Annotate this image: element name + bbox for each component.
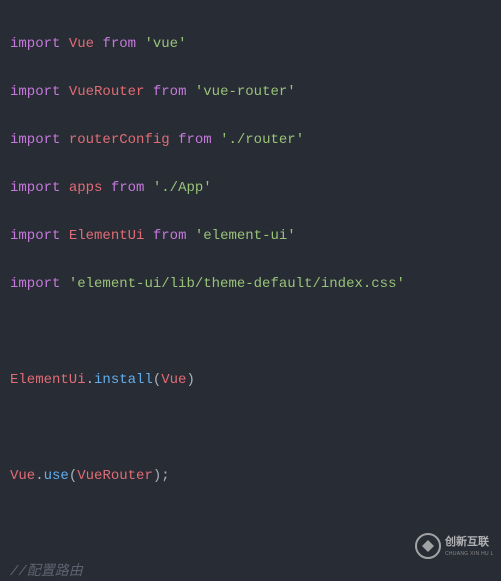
string-literal: 'vue' xyxy=(144,36,186,52)
code-line: Vue.use(VueRouter); xyxy=(10,464,491,488)
code-line: import routerConfig from './router' xyxy=(10,128,491,152)
keyword-import: import xyxy=(10,36,60,52)
keyword-import: import xyxy=(10,180,60,196)
code-line: import VueRouter from 'vue-router' xyxy=(10,80,491,104)
identifier: Vue xyxy=(161,372,186,388)
keyword-import: import xyxy=(10,132,60,148)
identifier: Vue xyxy=(10,468,35,484)
string-literal: 'element-ui/lib/theme-default/index.css' xyxy=(69,276,405,292)
blank-line xyxy=(10,512,491,536)
identifier: VueRouter xyxy=(69,84,145,100)
keyword-from: from xyxy=(111,180,145,196)
code-line: import apps from './App' xyxy=(10,176,491,200)
blank-line xyxy=(10,416,491,440)
identifier: ElementUi xyxy=(69,228,145,244)
identifier: Vue xyxy=(69,36,94,52)
blank-line xyxy=(10,320,491,344)
keyword-from: from xyxy=(153,228,187,244)
comment: //配置路由 xyxy=(10,564,83,580)
string-literal: './App' xyxy=(153,180,212,196)
identifier: VueRouter xyxy=(77,468,153,484)
string-literal: './router' xyxy=(220,132,304,148)
keyword-import: import xyxy=(10,276,60,292)
keyword-import: import xyxy=(10,228,60,244)
function-call: install xyxy=(94,372,153,388)
keyword-from: from xyxy=(153,84,187,100)
code-line: //配置路由 xyxy=(10,560,491,581)
keyword-import: import xyxy=(10,84,60,100)
code-line: ElementUi.install(Vue) xyxy=(10,368,491,392)
code-line: import 'element-ui/lib/theme-default/ind… xyxy=(10,272,491,296)
keyword-from: from xyxy=(178,132,212,148)
identifier: apps xyxy=(69,180,103,196)
keyword-from: from xyxy=(102,36,136,52)
code-editor[interactable]: import Vue from 'vue' import VueRouter f… xyxy=(0,0,501,581)
identifier: ElementUi xyxy=(10,372,86,388)
string-literal: 'vue-router' xyxy=(195,84,296,100)
identifier: routerConfig xyxy=(69,132,170,148)
code-line: import ElementUi from 'element-ui' xyxy=(10,224,491,248)
function-call: use xyxy=(44,468,69,484)
string-literal: 'element-ui' xyxy=(195,228,296,244)
code-line: import Vue from 'vue' xyxy=(10,32,491,56)
